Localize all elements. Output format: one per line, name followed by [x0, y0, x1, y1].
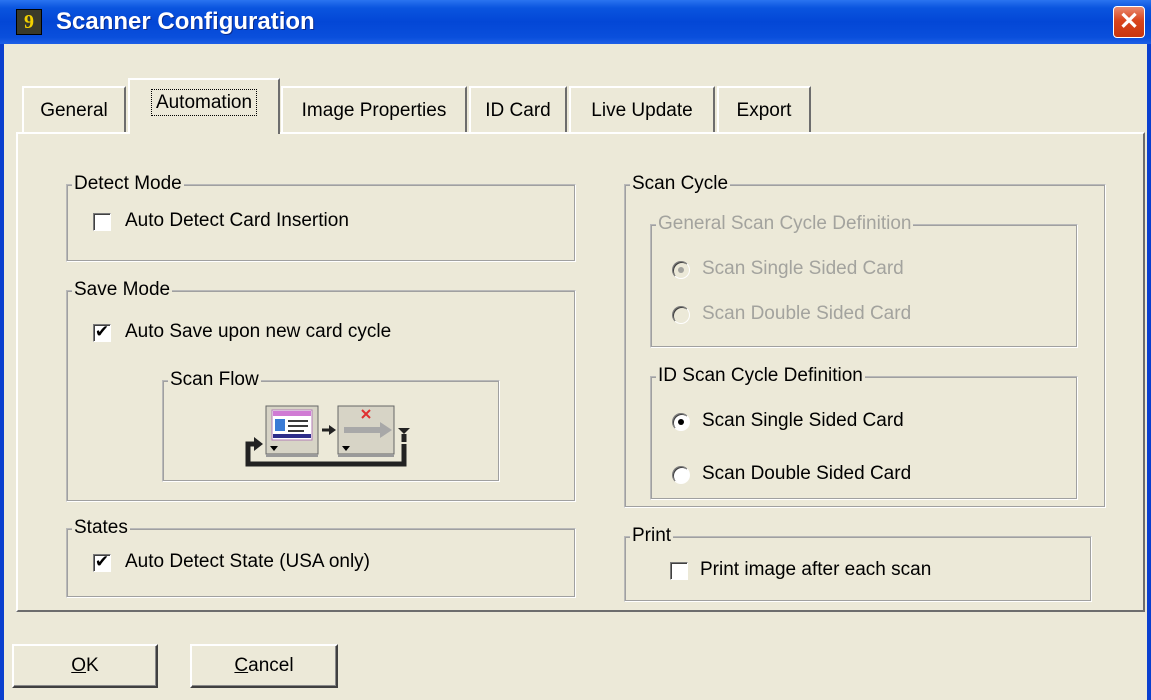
tab-id-card[interactable]: ID Card [469, 86, 567, 134]
scan-cycle-legend: Scan Cycle [630, 173, 731, 195]
print-after-scan-label[interactable]: Print image after each scan [700, 559, 931, 581]
scan-flow-diagram[interactable] [242, 398, 412, 470]
id-single-sided-label[interactable]: Scan Single Sided Card [702, 410, 904, 432]
app-icon: 9 [16, 9, 42, 35]
general-scan-cycle-group: General Scan Cycle Definition Scan Singl… [650, 213, 1078, 348]
tab-image-properties[interactable]: Image Properties [281, 86, 467, 134]
detect-mode-group: Detect Mode Auto Detect Card Insertion [66, 173, 576, 262]
general-single-sided-label: Scan Single Sided Card [702, 258, 904, 279]
id-scan-cycle-legend: ID Scan Cycle Definition [656, 365, 865, 387]
window-title: Scanner Configuration [56, 8, 315, 35]
general-scan-cycle-legend: General Scan Cycle Definition [656, 213, 914, 235]
save-mode-legend: Save Mode [72, 279, 173, 301]
ok-label: K [86, 655, 99, 676]
states-legend: States [72, 517, 130, 539]
detect-mode-legend: Detect Mode [72, 173, 184, 195]
tab-export[interactable]: Export [717, 86, 811, 134]
tab-live-update[interactable]: Live Update [569, 86, 715, 134]
tab-general[interactable]: General [22, 86, 126, 134]
tab-label: Image Properties [301, 100, 447, 121]
save-mode-group: Save Mode ✔ Auto Save upon new card cycl… [66, 279, 576, 502]
id-single-sided-radio[interactable] [672, 413, 690, 431]
id-double-sided-radio[interactable] [672, 466, 690, 484]
ok-mnemonic: O [71, 655, 87, 676]
auto-save-checkbox[interactable]: ✔ [93, 324, 111, 342]
scan-flow-legend: Scan Flow [168, 369, 261, 391]
scan-flow-group: Scan Flow [162, 369, 500, 482]
clear-image-icon[interactable] [337, 405, 395, 457]
tab-label: ID Card [485, 100, 551, 121]
close-button[interactable]: ✕ [1113, 6, 1145, 38]
tab-label: General [40, 100, 108, 121]
cancel-label: ancel [248, 655, 294, 676]
print-after-scan-checkbox[interactable] [670, 562, 688, 580]
auto-detect-card-label[interactable]: Auto Detect Card Insertion [125, 210, 349, 232]
automation-tab-panel: Detect Mode Auto Detect Card Insertion S… [16, 132, 1145, 612]
tab-automation[interactable]: Automation [128, 78, 280, 134]
tab-label: Live Update [591, 100, 693, 121]
scanner-configuration-dialog: 9 Scanner Configuration ✕ General Automa… [0, 0, 1151, 700]
tab-label: Automation [150, 89, 258, 116]
radio-selected-dot [678, 267, 684, 273]
id-double-sided-label[interactable]: Scan Double Sided Card [702, 463, 911, 485]
print-group: Print Print image after each scan [624, 525, 1092, 602]
cancel-button[interactable]: Cancel [190, 644, 338, 688]
radio-selected-dot [678, 419, 684, 425]
auto-detect-state-checkbox[interactable]: ✔ [93, 554, 111, 572]
tab-label: Export [736, 100, 792, 121]
ok-button[interactable]: OK [12, 644, 158, 688]
general-double-sided-label: Scan Double Sided Card [702, 303, 912, 324]
auto-save-label[interactable]: Auto Save upon new card cycle [125, 321, 391, 343]
general-single-sided-radio [672, 261, 690, 279]
title-bar[interactable]: 9 Scanner Configuration ✕ [0, 0, 1151, 44]
states-group: States ✔ Auto Detect State (USA only) [66, 517, 576, 598]
id-scan-cycle-group: ID Scan Cycle Definition Scan Single Sid… [650, 365, 1078, 500]
auto-detect-state-label[interactable]: Auto Detect State (USA only) [125, 551, 370, 573]
print-legend: Print [630, 525, 674, 547]
auto-detect-card-checkbox[interactable] [93, 213, 111, 231]
scan-card-icon[interactable] [265, 405, 319, 457]
general-double-sided-radio [672, 306, 690, 324]
scan-cycle-group: Scan Cycle General Scan Cycle Definition… [624, 173, 1106, 508]
cancel-mnemonic: C [234, 655, 249, 676]
